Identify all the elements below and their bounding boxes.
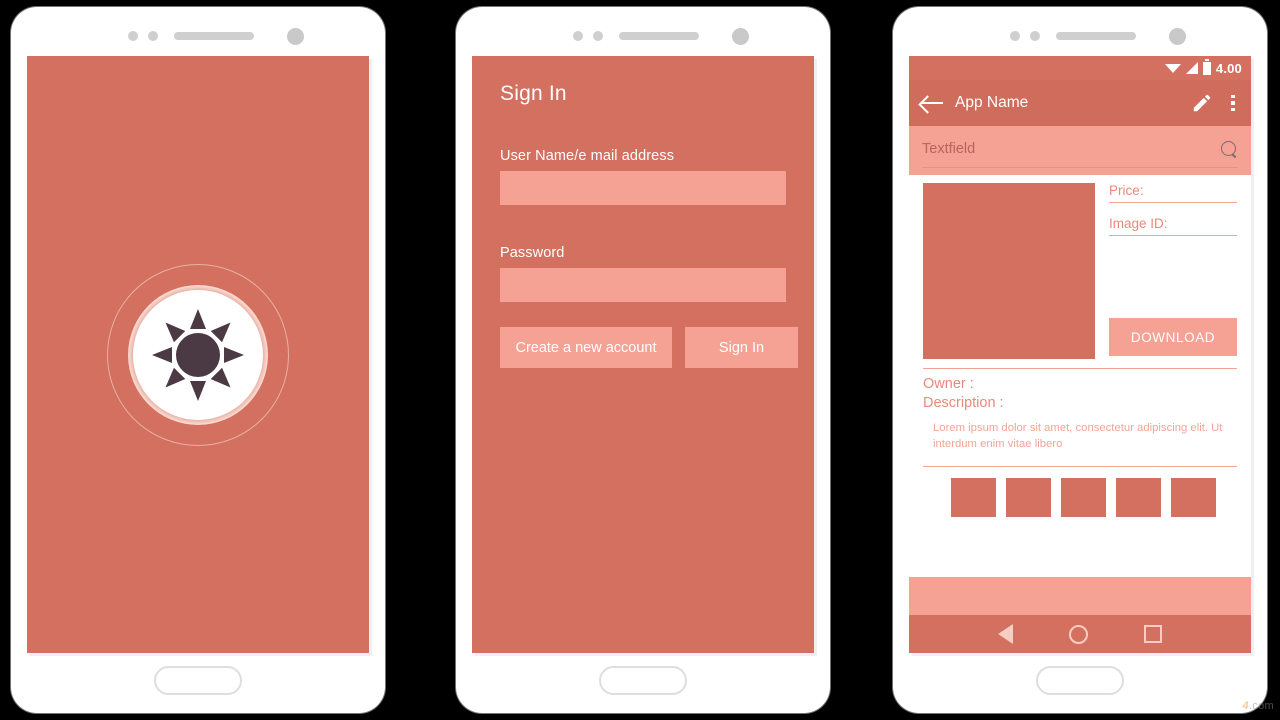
password-input[interactable] xyxy=(500,268,786,302)
sun-ray xyxy=(190,308,206,329)
signal-icon xyxy=(1185,62,1198,74)
thumbnail-item[interactable] xyxy=(1171,478,1216,518)
front-camera-icon xyxy=(287,28,304,45)
phone-device-signin: Sign In User Name/e mail address Passwor… xyxy=(456,7,830,713)
app-bar: App Name xyxy=(909,80,1251,126)
download-button[interactable]: DOWNLOAD xyxy=(1109,318,1237,356)
page-title: Sign In xyxy=(500,82,567,105)
sun-ray xyxy=(159,316,186,342)
nav-recents-icon[interactable] xyxy=(1144,625,1162,643)
status-bar: 4.00 xyxy=(909,56,1251,80)
image-id-label: Image ID: xyxy=(1109,216,1168,231)
sign-in-button-row: Create a new account Sign In xyxy=(500,327,798,368)
sensor-dot-icon xyxy=(1010,31,1020,41)
status-time: 4.00 xyxy=(1215,60,1242,76)
app-logo xyxy=(107,263,289,446)
create-account-button[interactable]: Create a new account xyxy=(500,327,672,368)
sun-ray xyxy=(159,367,186,393)
sensor-dot-icon xyxy=(1030,31,1040,41)
sun-ray xyxy=(210,316,237,342)
overflow-menu-icon[interactable] xyxy=(1225,92,1241,114)
nav-home-icon[interactable] xyxy=(1069,624,1088,644)
sun-ray xyxy=(152,346,172,363)
search-input[interactable]: Textfield xyxy=(922,141,975,157)
username-input[interactable] xyxy=(500,171,786,205)
item-preview-image[interactable] xyxy=(923,183,1095,359)
phone-top-hardware xyxy=(11,28,385,45)
nav-back-icon[interactable] xyxy=(998,624,1013,644)
thumbnail-item[interactable] xyxy=(1006,478,1051,518)
sensor-dot-icon xyxy=(148,31,158,41)
owner-label: Owner : xyxy=(923,376,974,392)
username-field-label: User Name/e mail address xyxy=(500,148,675,164)
splash-screen xyxy=(27,56,369,653)
description-label: Description : xyxy=(923,395,1004,411)
home-button[interactable] xyxy=(1036,666,1124,695)
phone-top-hardware xyxy=(456,28,830,45)
image-id-value-rule xyxy=(1109,235,1237,236)
sun-core xyxy=(176,332,220,377)
sensor-dot-icon xyxy=(593,31,603,41)
price-value-rule xyxy=(1109,202,1237,203)
section-divider xyxy=(923,368,1237,369)
phone-device-detail: 4.00 App Name Textfield Price: Image ID:… xyxy=(893,7,1267,713)
phone-top-hardware xyxy=(893,28,1267,45)
item-summary: Price: Image ID: DOWNLOAD xyxy=(923,183,1237,359)
thumbnail-strip xyxy=(923,467,1237,518)
thumbnail-item[interactable] xyxy=(1116,478,1161,518)
search-bar: Textfield xyxy=(909,126,1251,175)
price-label: Price: xyxy=(1109,183,1144,198)
search-icon[interactable] xyxy=(1221,140,1238,158)
front-camera-icon xyxy=(1169,28,1186,45)
detail-layout: 4.00 App Name Textfield Price: Image ID:… xyxy=(909,56,1251,653)
home-button[interactable] xyxy=(599,666,687,695)
search-field[interactable]: Textfield xyxy=(922,134,1238,168)
screenshot-stage: Sign In User Name/e mail address Passwor… xyxy=(0,0,1280,720)
thumbnail-item[interactable] xyxy=(951,478,996,518)
detail-content: Price: Image ID: DOWNLOAD Owner : Descri… xyxy=(909,175,1251,577)
sun-icon xyxy=(152,308,244,401)
wifi-icon xyxy=(1164,63,1181,73)
sign-in-button[interactable]: Sign In xyxy=(685,327,798,368)
home-button[interactable] xyxy=(154,666,242,695)
app-bar-title: App Name xyxy=(955,94,1029,111)
password-field-label: Password xyxy=(500,245,565,261)
thumbnail-item[interactable] xyxy=(1061,478,1106,518)
phone-device-splash xyxy=(11,7,385,713)
description-text: Lorem ipsum dolor sit amet, consectetur … xyxy=(933,422,1223,451)
back-arrow-icon[interactable] xyxy=(921,94,943,112)
sun-ray xyxy=(210,367,237,393)
speaker-grille-icon xyxy=(1056,32,1136,40)
speaker-grille-icon xyxy=(619,32,699,40)
sign-in-screen: Sign In User Name/e mail address Passwor… xyxy=(472,56,814,653)
speaker-grille-icon xyxy=(174,32,254,40)
sign-in-form: Sign In User Name/e mail address Passwor… xyxy=(472,56,814,653)
sensor-dot-icon xyxy=(128,31,138,41)
front-camera-icon xyxy=(732,28,749,45)
android-nav-bar xyxy=(909,615,1251,653)
detail-screen: 4.00 App Name Textfield Price: Image ID:… xyxy=(909,56,1251,653)
pencil-icon[interactable] xyxy=(1191,92,1213,114)
splash-background xyxy=(27,56,369,653)
sun-ray xyxy=(224,346,244,363)
item-meta-column: Price: Image ID: DOWNLOAD xyxy=(1109,183,1237,359)
battery-icon xyxy=(1202,58,1211,75)
bottom-spacer-band xyxy=(909,577,1251,615)
sensor-dot-icon xyxy=(573,31,583,41)
sun-ray xyxy=(190,380,206,401)
